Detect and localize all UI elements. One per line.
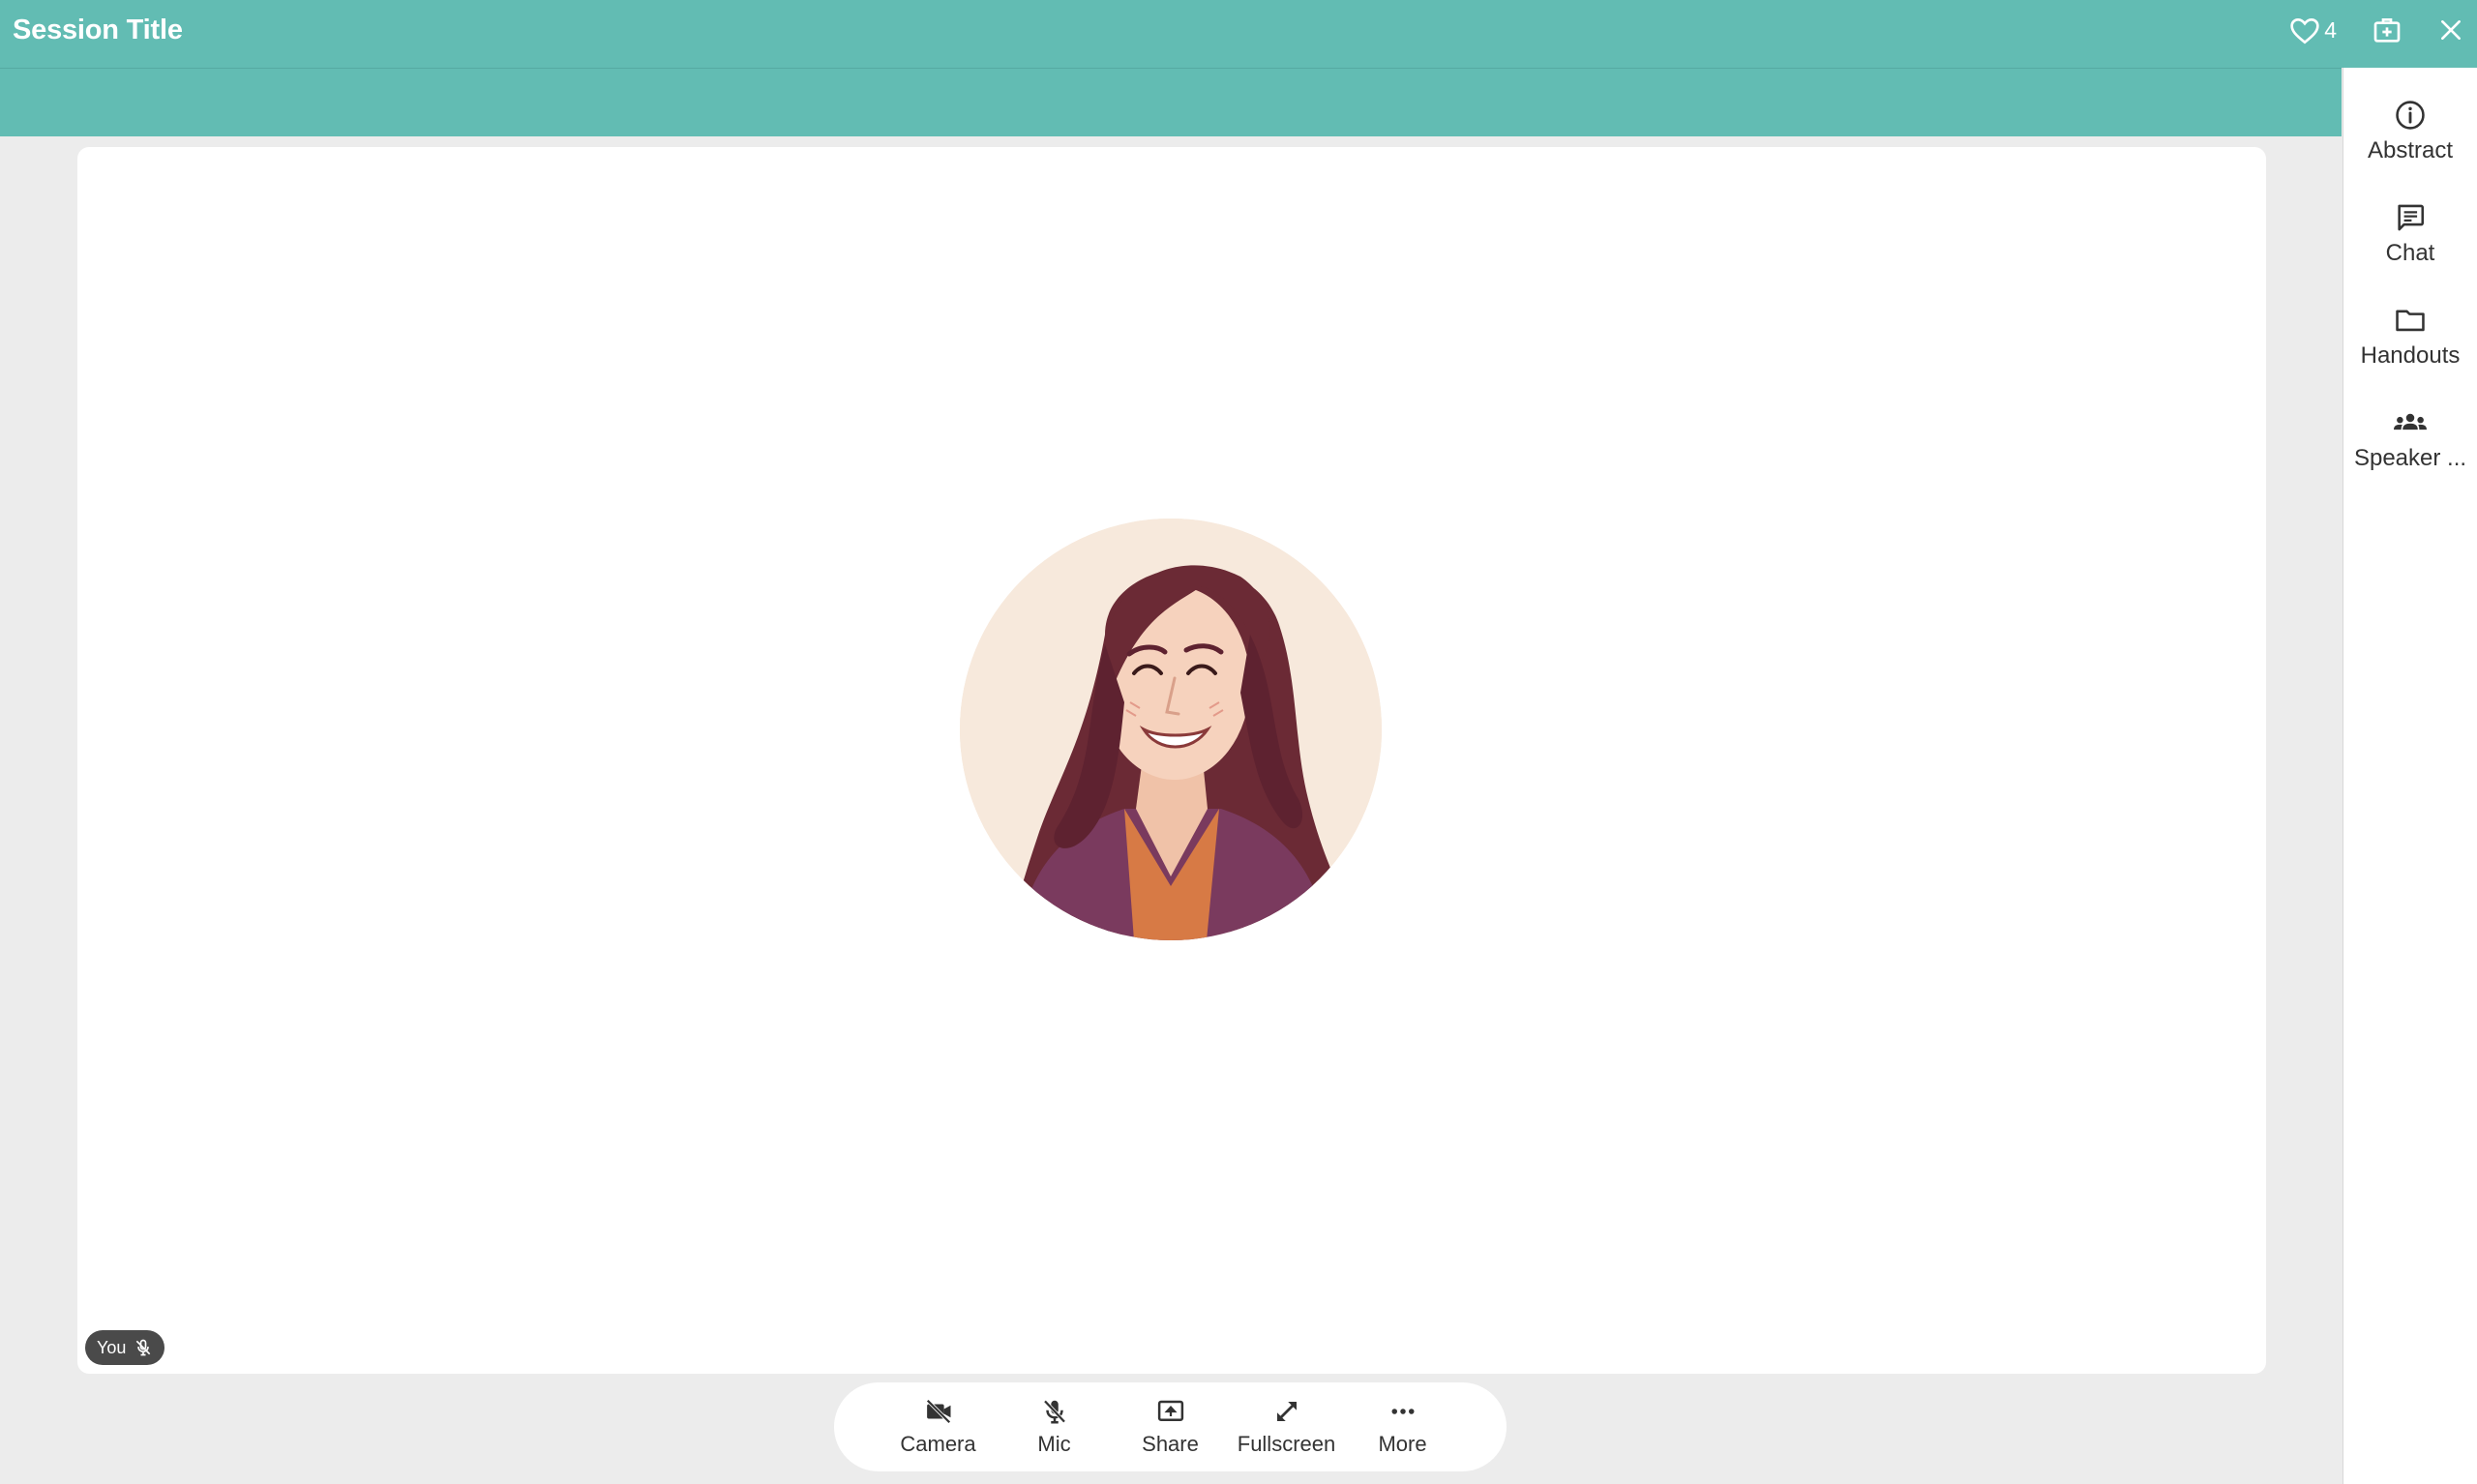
sidebar-item-handouts[interactable]: Handouts — [2343, 304, 2477, 370]
session-header-band — [0, 68, 2342, 136]
session-window: Session Title 4 Abstract Chat Handouts S… — [0, 0, 2477, 1484]
sidebar-item-abstract[interactable]: Abstract — [2343, 99, 2477, 164]
control-label: Mic — [1037, 1432, 1071, 1456]
camera-toggle-button[interactable]: Camera — [880, 1397, 997, 1457]
control-label: Share — [1142, 1432, 1199, 1456]
heart-outline-icon — [2290, 17, 2319, 45]
control-label: Fullscreen — [1237, 1432, 1336, 1456]
mic-off-icon — [1043, 1400, 1065, 1424]
session-title: Session Title — [13, 15, 183, 45]
participant-name-badge: You — [85, 1330, 165, 1365]
sidebar-item-label: Handouts — [2360, 342, 2461, 369]
camera-off-icon — [925, 1399, 951, 1424]
more-options-button[interactable]: More — [1345, 1397, 1461, 1457]
sidebar-item-chat[interactable]: Chat — [2343, 201, 2477, 267]
briefcase-plus-icon — [2373, 18, 2401, 43]
participant-name: You — [97, 1337, 127, 1357]
more-dots-icon — [1391, 1409, 1414, 1414]
chat-bubble-icon — [2398, 204, 2425, 231]
info-circle-icon — [2396, 101, 2425, 130]
folder-icon — [2396, 310, 2425, 332]
fullscreen-button[interactable]: Fullscreen — [1229, 1397, 1345, 1457]
close-icon — [2441, 20, 2461, 40]
sidebar-item-label: Chat — [2385, 240, 2435, 266]
favorite-count: 4 — [2324, 16, 2337, 43]
control-label: Camera — [900, 1432, 976, 1456]
participant-avatar — [960, 519, 1382, 940]
control-label: More — [1378, 1432, 1427, 1456]
right-sidebar: Abstract Chat Handouts Speaker ... — [2343, 68, 2477, 1484]
woman-avatar-illustration — [960, 519, 1382, 940]
call-control-bar: Camera Mic Share Fullscreen More — [834, 1382, 1507, 1471]
close-button[interactable] — [2438, 17, 2463, 43]
sidebar-item-label: Speaker ... — [2353, 445, 2467, 471]
add-to-schedule-button[interactable] — [2372, 15, 2402, 45]
sidebar-item-speakers[interactable]: Speaker ... — [2343, 406, 2477, 472]
people-group-icon — [2394, 413, 2427, 430]
share-screen-button[interactable]: Share — [1113, 1397, 1229, 1457]
title-bar: Session Title 4 — [0, 0, 2477, 68]
screen-share-icon — [1157, 1400, 1183, 1421]
title-actions: 4 — [2289, 0, 2477, 60]
mic-toggle-button[interactable]: Mic — [997, 1397, 1113, 1457]
sidebar-item-label: Abstract — [2367, 137, 2454, 163]
mic-off-icon — [136, 1339, 151, 1356]
favorite-button[interactable]: 4 — [2289, 15, 2337, 45]
video-stage: You — [77, 147, 2266, 1374]
expand-arrows-icon — [1276, 1402, 1297, 1421]
